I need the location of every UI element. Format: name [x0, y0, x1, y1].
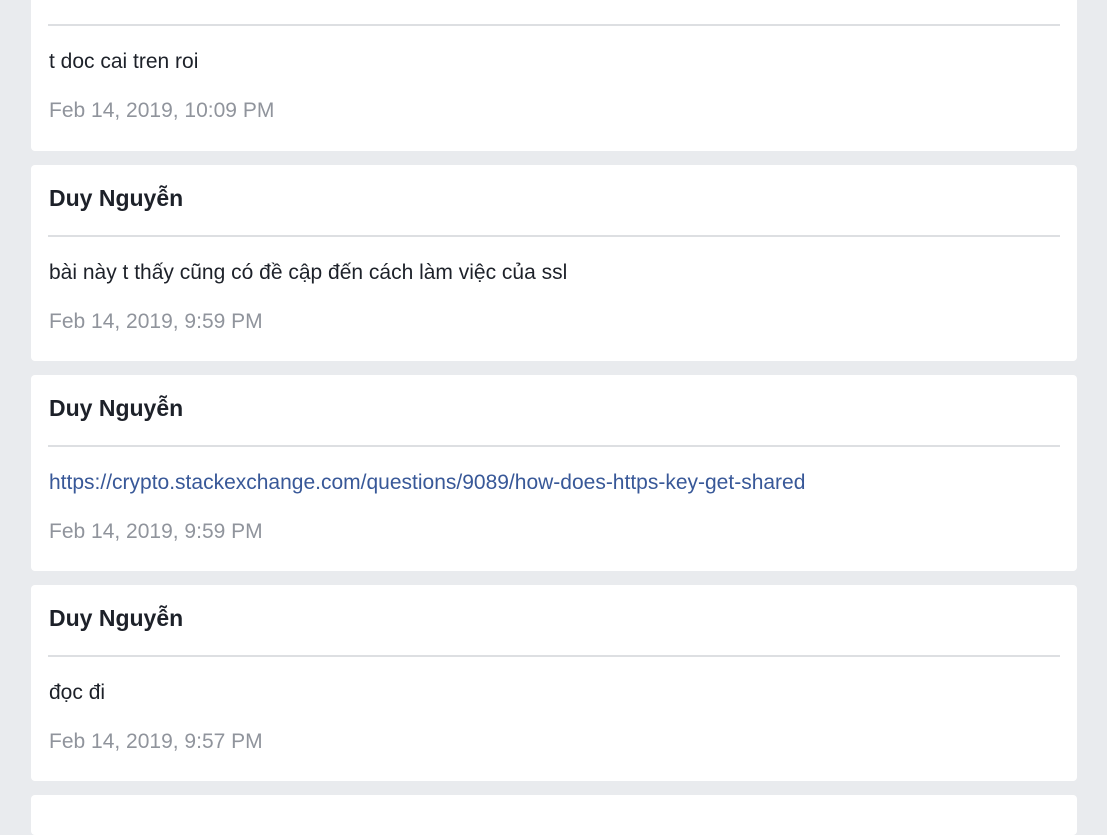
divider	[48, 24, 1060, 26]
message-timestamp: Feb 14, 2019, 10:09 PM	[49, 99, 275, 122]
message-card: Duy Nguyễn bài này t thấy cũng có đề cập…	[31, 165, 1077, 361]
divider	[48, 655, 1060, 657]
message-text: t doc cai tren roi	[49, 50, 199, 73]
message-card: t doc cai tren roi Feb 14, 2019, 10:09 P…	[31, 0, 1077, 151]
sender-name: Duy Nguyễn	[49, 185, 184, 211]
divider	[48, 445, 1060, 447]
message-timestamp: Feb 14, 2019, 9:59 PM	[49, 520, 263, 543]
message-timestamp: Feb 14, 2019, 9:59 PM	[49, 310, 263, 333]
sender-name: Duy Nguyễn	[49, 395, 184, 421]
message-link[interactable]: https://crypto.stackexchange.com/questio…	[49, 471, 805, 494]
divider	[48, 235, 1060, 237]
message-text: https://crypto.stackexchange.com/questio…	[49, 470, 805, 496]
message-text: đọc đi	[49, 681, 106, 704]
message-card: Duy Nguyễn https://crypto.stackexchange.…	[31, 375, 1077, 571]
message-timestamp: Feb 14, 2019, 9:57 PM	[49, 730, 263, 753]
message-text: bài này t thấy cũng có đề cập đến cách l…	[49, 261, 568, 284]
sender-name: Duy Nguyễn	[49, 605, 184, 631]
message-card	[31, 795, 1077, 835]
message-card: Duy Nguyễn đọc đi Feb 14, 2019, 9:57 PM	[31, 585, 1077, 781]
